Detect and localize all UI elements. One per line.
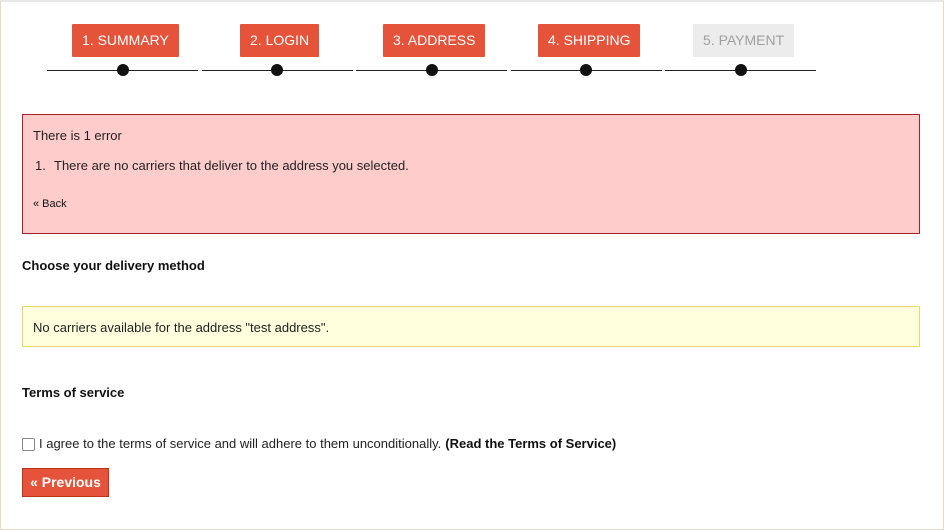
- step-address-button[interactable]: 3. ADDRESS: [383, 24, 486, 57]
- step-summary: 1. SUMMARY: [47, 24, 202, 76]
- step-login-button[interactable]: 2. LOGIN: [240, 24, 320, 57]
- step-payment: 5. PAYMENT: [665, 24, 820, 76]
- step-summary-button[interactable]: 1. SUMMARY: [72, 24, 179, 57]
- step-dot: [735, 64, 747, 76]
- error-alert: There is 1 error 1. There are no carrier…: [22, 114, 920, 234]
- step-dot: [117, 64, 129, 76]
- delivery-method-heading: Choose your delivery method: [22, 258, 205, 273]
- error-title: There is 1 error: [33, 128, 122, 143]
- back-link[interactable]: « Back: [33, 198, 67, 210]
- terms-row: I agree to the terms of service and will…: [22, 435, 616, 451]
- previous-button[interactable]: « Previous: [22, 468, 109, 497]
- step-payment-button: 5. PAYMENT: [693, 24, 795, 57]
- step-shipping: 4. SHIPPING: [511, 24, 666, 76]
- step-dot: [580, 64, 592, 76]
- terms-checkbox[interactable]: [22, 438, 35, 451]
- error-item-number: 1.: [35, 158, 46, 173]
- warning-text: No carriers available for the address "t…: [33, 320, 330, 335]
- step-shipping-button[interactable]: 4. SHIPPING: [538, 24, 641, 57]
- error-list-item: 1. There are no carriers that deliver to…: [35, 158, 409, 173]
- read-terms-link[interactable]: (Read the Terms of Service): [445, 436, 616, 451]
- step-login: 2. LOGIN: [202, 24, 357, 76]
- no-carriers-warning: No carriers available for the address "t…: [22, 306, 920, 347]
- error-item-text: There are no carriers that deliver to th…: [54, 158, 409, 173]
- step-dot: [426, 64, 438, 76]
- step-address: 3. ADDRESS: [356, 24, 511, 76]
- step-dot: [271, 64, 283, 76]
- terms-heading: Terms of service: [22, 385, 125, 400]
- terms-checkbox-label[interactable]: I agree to the terms of service and will…: [39, 436, 441, 451]
